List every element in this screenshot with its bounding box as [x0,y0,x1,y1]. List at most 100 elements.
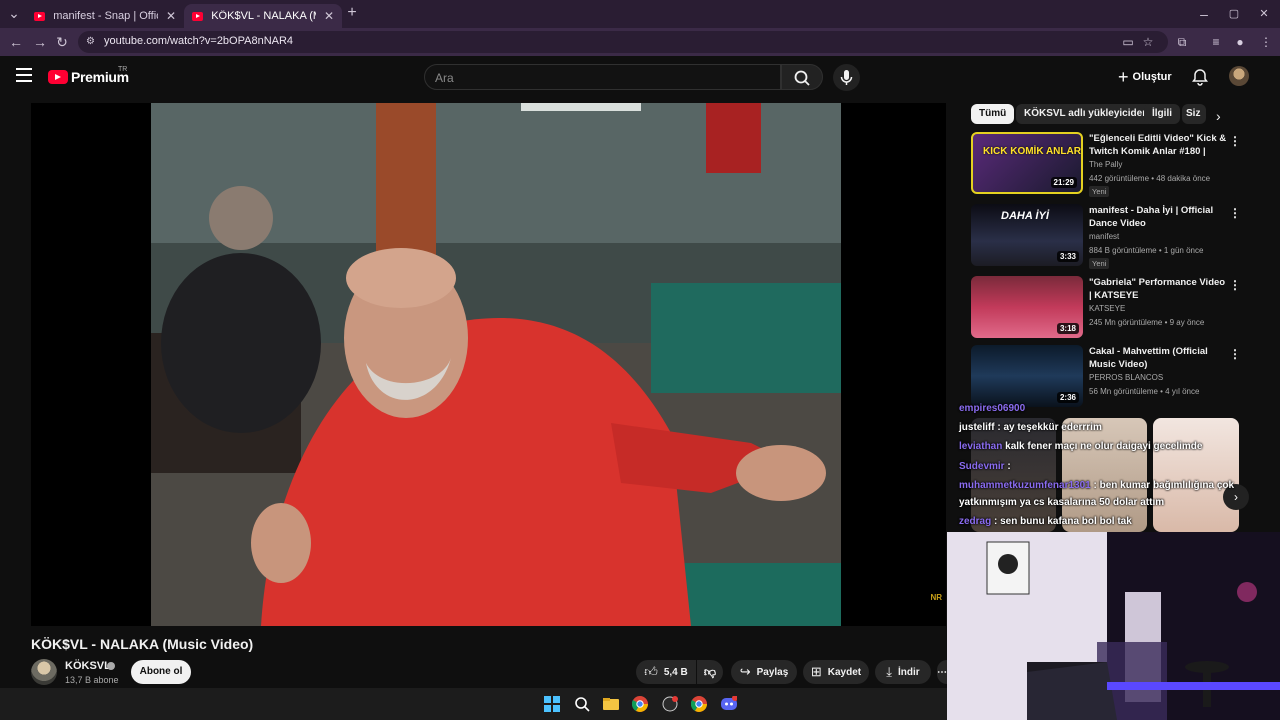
notifications-bell-icon[interactable] [1191,68,1209,86]
tab-close-icon[interactable]: ✕ [324,9,334,23]
chat-username: leviathan [959,441,1003,452]
recommendation-item[interactable]: KICK KOMİK ANLAR 21:29 "Eğlenceli Editli… [971,132,1241,197]
chat-username: Sudevmir [959,461,1005,472]
site-info-icon[interactable]: ⚙ [86,36,95,47]
search-icon [794,70,810,86]
recommendation-channel[interactable]: manifest [1089,232,1119,241]
recommendation-title[interactable]: manifest - Daha İyi | Official Dance Vid… [1089,204,1227,230]
back-icon[interactable]: ← [8,34,24,50]
recommendation-channel[interactable]: The Pally [1089,160,1122,169]
chat-message: zedrag : sen bunu kafana bol bol tak [959,516,1132,527]
create-button[interactable]: + Oluştur [1118,66,1172,88]
browser-menu-icon[interactable]: ⋮ [1258,34,1274,50]
more-actions-button[interactable]: ⋯ [937,660,947,684]
video-thumbnail[interactable]: KICK KOMİK ANLAR 21:29 [971,132,1083,194]
duration-badge: 3:18 [1056,323,1079,334]
recommendation-meta: 442 görüntüleme • 48 dakika önce [1089,174,1211,183]
recommendation-title[interactable]: "Eğlenceli Editli Video" Kick & Twitch K… [1089,132,1227,158]
video-thumbnail[interactable]: DAHA İYİ 3:33 [971,204,1083,266]
recommendation-item[interactable]: 3:18 "Gabriela" Performance Video | KATS… [971,276,1241,340]
shorts-thumbnail[interactable] [1062,418,1147,532]
cast-icon[interactable]: ▭ [1120,34,1136,50]
youtube-favicon-icon [192,11,204,21]
profile-icon[interactable]: ● [1232,34,1248,50]
download-icon: ⤓ [886,664,893,679]
video-thumbnail[interactable]: 3:18 [971,276,1083,338]
tab-title: KÖK$VL - NALAKA (Music Video [211,10,316,22]
browser-tab-2[interactable]: KÖK$VL - NALAKA (Music Video ✕ [184,4,342,28]
save-playlist-icon: ⊞ [810,664,822,679]
subscriber-count: 13,7 B abone [65,675,119,685]
shorts-thumbnail[interactable] [971,418,1056,532]
recommendation-item[interactable]: 2:36 Cakal - Mahvettim (Official Music V… [971,345,1241,409]
hamburger-menu-icon[interactable] [16,68,32,84]
new-badge: Yeni [1089,186,1110,197]
voice-search-button[interactable] [833,64,860,91]
reload-icon[interactable]: ↻ [54,34,70,50]
shorts-thumbnail[interactable] [1153,418,1239,532]
tab-title: manifest - Snap | Official Dance [53,10,158,22]
chat-text: yatkınmışım ya cs kasalarına 50 dolar at… [959,497,1165,508]
chrome-icon[interactable] [632,696,648,712]
share-label: Paylaş [756,666,789,678]
extensions-icon[interactable]: ⧉ [1174,34,1190,50]
channel-name[interactable]: KÖKSVL [65,660,111,672]
recommendation-channel[interactable]: KATSEYE [1089,304,1125,313]
account-avatar[interactable] [1229,66,1249,86]
recommendation-channel[interactable]: PERROS BLANCOS [1089,373,1163,382]
more-options-icon[interactable]: ⋮ [1229,206,1241,220]
more-options-icon[interactable]: ⋮ [1229,278,1241,292]
forward-icon[interactable]: → [32,34,48,50]
recommendation-title[interactable]: "Gabriela" Performance Video | KATSEYE [1089,276,1227,302]
browser-tab-1[interactable]: manifest - Snap | Official Dance ✕ [26,4,184,28]
media-controls-icon[interactable]: ≡ [1208,34,1224,50]
chrome-profile-icon[interactable] [691,696,707,712]
subscribe-button[interactable]: Abone ol [131,660,191,684]
chat-text: : ben kumar bağımlılığına çok [1093,480,1235,491]
window-close-icon[interactable]: ✕ [1256,6,1272,22]
download-button[interactable]: ⤓ İndir [875,660,931,684]
youtube-premium-logo[interactable]: Premium [48,69,129,85]
video-frame [151,103,841,626]
chat-message: Sudevmir : [959,461,1011,472]
file-explorer-icon[interactable] [603,696,619,712]
search-input[interactable] [425,65,780,91]
recommendation-title[interactable]: Cakal - Mahvettim (Official Music Video) [1089,345,1227,371]
thumbs-down-icon: 👎︎ [703,664,717,679]
maximize-icon[interactable]: ▢ [1226,6,1242,22]
url-text: youtube.com/watch?v=2bOPA8nNAR4 [104,35,294,47]
video-thumbnail[interactable]: 2:36 [971,345,1083,407]
obs-app-icon[interactable] [662,696,678,712]
search-field[interactable] [424,64,781,91]
new-tab-button[interactable]: + [344,5,360,21]
bookmark-star-icon[interactable]: ☆ [1140,34,1156,50]
address-bar[interactable]: ⚙ youtube.com/watch?v=2bOPA8nNAR4 [78,31,1168,53]
like-button[interactable]: 👍︎ 5,4 B [636,660,696,684]
discord-icon[interactable] [721,696,737,712]
youtube-header: Premium TR + Oluştur [0,56,1280,100]
chip-for-you[interactable]: Siz [1182,104,1206,124]
minimize-icon[interactable]: – [1196,6,1212,22]
recommendation-item[interactable]: DAHA İYİ 3:33 manifest - Daha İyi | Offi… [971,204,1241,269]
plus-icon: + [1118,66,1129,87]
windows-start-icon[interactable] [544,696,560,712]
chips-next-arrow-icon[interactable]: › [1216,108,1221,124]
webcam-overlay [947,532,1280,720]
video-player[interactable]: NR [31,103,946,626]
verified-badge-icon [107,662,115,670]
chip-from-uploader[interactable]: KÖKSVL adlı yükleyiciden [1016,104,1157,124]
chip-all[interactable]: Tümü [971,104,1015,124]
channel-avatar[interactable] [31,659,57,685]
chat-text: : ay teşekkür ederrrim [997,422,1102,433]
more-options-icon[interactable]: ⋮ [1229,134,1241,148]
share-button[interactable]: ↪ Paylaş [731,660,797,684]
chip-related[interactable]: İlgili [1144,104,1180,124]
tab-close-icon[interactable]: ✕ [166,9,176,23]
tab-search-icon[interactable]: ⌄ [6,5,22,21]
chat-text: : sen bunu kafana bol bol tak [994,516,1132,527]
more-options-icon[interactable]: ⋮ [1229,347,1241,361]
dislike-button[interactable]: 👎︎ [697,660,723,684]
search-button[interactable] [781,64,823,90]
save-button[interactable]: ⊞ Kaydet [803,660,869,684]
taskbar-search-icon[interactable] [574,696,590,712]
